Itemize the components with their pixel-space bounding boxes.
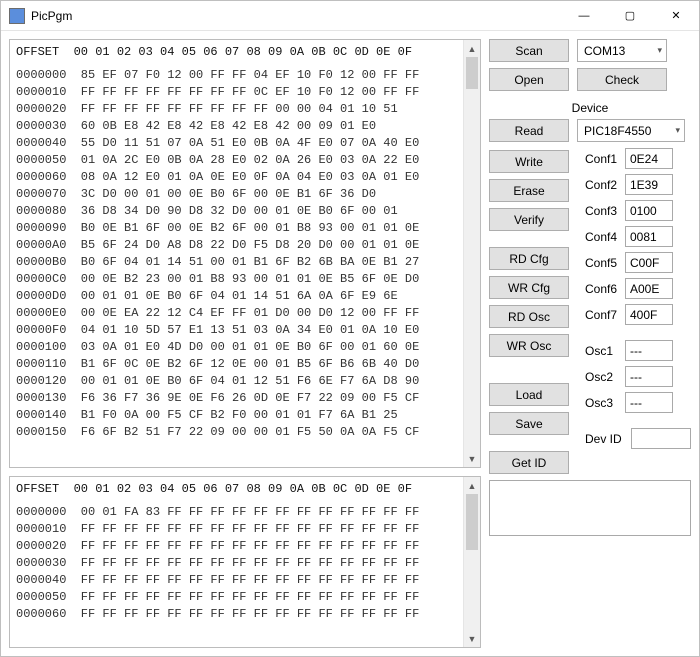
scroll-thumb[interactable]	[466, 57, 478, 89]
conf7-input[interactable]	[625, 304, 673, 325]
verify-button[interactable]: Verify	[489, 208, 569, 231]
wr-cfg-button[interactable]: WR Cfg	[489, 276, 569, 299]
get-id-button[interactable]: Get ID	[489, 451, 569, 474]
log-textarea[interactable]	[489, 480, 691, 536]
wr-osc-button[interactable]: WR Osc	[489, 334, 569, 357]
program-memory-hex-text[interactable]: OFFSET 00 01 02 03 04 05 06 07 08 09 0A …	[10, 40, 463, 467]
load-button[interactable]: Load	[489, 383, 569, 406]
titlebar: PicPgm — ▢ ✕	[1, 1, 699, 31]
erase-button[interactable]: Erase	[489, 179, 569, 202]
app-title: PicPgm	[31, 9, 561, 23]
eeprom-hex-pane: OFFSET 00 01 02 03 04 05 06 07 08 09 0A …	[9, 476, 481, 648]
osc1-input[interactable]	[625, 340, 673, 361]
devid-input[interactable]	[631, 428, 691, 449]
program-memory-hex-pane: OFFSET 00 01 02 03 04 05 06 07 08 09 0A …	[9, 39, 481, 468]
write-button[interactable]: Write	[489, 150, 569, 173]
read-button[interactable]: Read	[489, 119, 569, 142]
content-area: OFFSET 00 01 02 03 04 05 06 07 08 09 0A …	[1, 31, 699, 656]
maximize-button[interactable]: ▢	[607, 1, 653, 30]
com-port-value: COM13	[584, 44, 625, 58]
eeprom-hex-text[interactable]: OFFSET 00 01 02 03 04 05 06 07 08 09 0A …	[10, 477, 463, 647]
left-column: OFFSET 00 01 02 03 04 05 06 07 08 09 0A …	[9, 39, 481, 648]
conf6-input[interactable]	[625, 278, 673, 299]
conf4-input[interactable]	[625, 226, 673, 247]
eeprom-scrollbar[interactable]: ▲ ▼	[463, 477, 480, 647]
osc1-label: Osc1	[585, 344, 625, 358]
scroll-up-icon[interactable]: ▲	[464, 40, 480, 57]
com-port-select[interactable]: COM13 ▾	[577, 39, 667, 62]
scroll-up-icon[interactable]: ▲	[464, 477, 480, 494]
device-select[interactable]: PIC18F4550 ▾	[577, 119, 685, 142]
chevron-down-icon: ▾	[675, 125, 680, 136]
conf2-input[interactable]	[625, 174, 673, 195]
open-button[interactable]: Open	[489, 68, 569, 91]
osc3-input[interactable]	[625, 392, 673, 413]
scan-button[interactable]: Scan	[489, 39, 569, 62]
devid-label: Dev ID	[585, 432, 631, 446]
scroll-thumb[interactable]	[466, 494, 478, 550]
config-grid: Write Erase Verify RD Cfg WR Cfg RD Osc …	[489, 148, 691, 480]
program-memory-scrollbar[interactable]: ▲ ▼	[463, 40, 480, 467]
app-window: PicPgm — ▢ ✕ OFFSET 00 01 02 03 04 05 06…	[0, 0, 700, 657]
conf1-label: Conf1	[585, 152, 625, 166]
minimize-button[interactable]: —	[561, 1, 607, 30]
app-icon	[9, 8, 25, 24]
conf3-input[interactable]	[625, 200, 673, 221]
save-button[interactable]: Save	[489, 412, 569, 435]
scroll-down-icon[interactable]: ▼	[464, 450, 480, 467]
conf2-label: Conf2	[585, 178, 625, 192]
window-buttons: — ▢ ✕	[561, 1, 699, 30]
device-label: Device	[489, 101, 691, 115]
right-column: Scan COM13 ▾ Open Check Device Read PIC1…	[489, 39, 691, 648]
rd-cfg-button[interactable]: RD Cfg	[489, 247, 569, 270]
device-value: PIC18F4550	[584, 124, 651, 138]
conf3-label: Conf3	[585, 204, 625, 218]
chevron-down-icon: ▾	[657, 45, 662, 56]
rd-osc-button[interactable]: RD Osc	[489, 305, 569, 328]
conf6-label: Conf6	[585, 282, 625, 296]
osc2-label: Osc2	[585, 370, 625, 384]
conf1-input[interactable]	[625, 148, 673, 169]
scroll-down-icon[interactable]: ▼	[464, 630, 480, 647]
conf7-label: Conf7	[585, 308, 625, 322]
check-button[interactable]: Check	[577, 68, 667, 91]
conf5-label: Conf5	[585, 256, 625, 270]
close-button[interactable]: ✕	[653, 1, 699, 30]
osc3-label: Osc3	[585, 396, 625, 410]
osc2-input[interactable]	[625, 366, 673, 387]
conf5-input[interactable]	[625, 252, 673, 273]
conf4-label: Conf4	[585, 230, 625, 244]
